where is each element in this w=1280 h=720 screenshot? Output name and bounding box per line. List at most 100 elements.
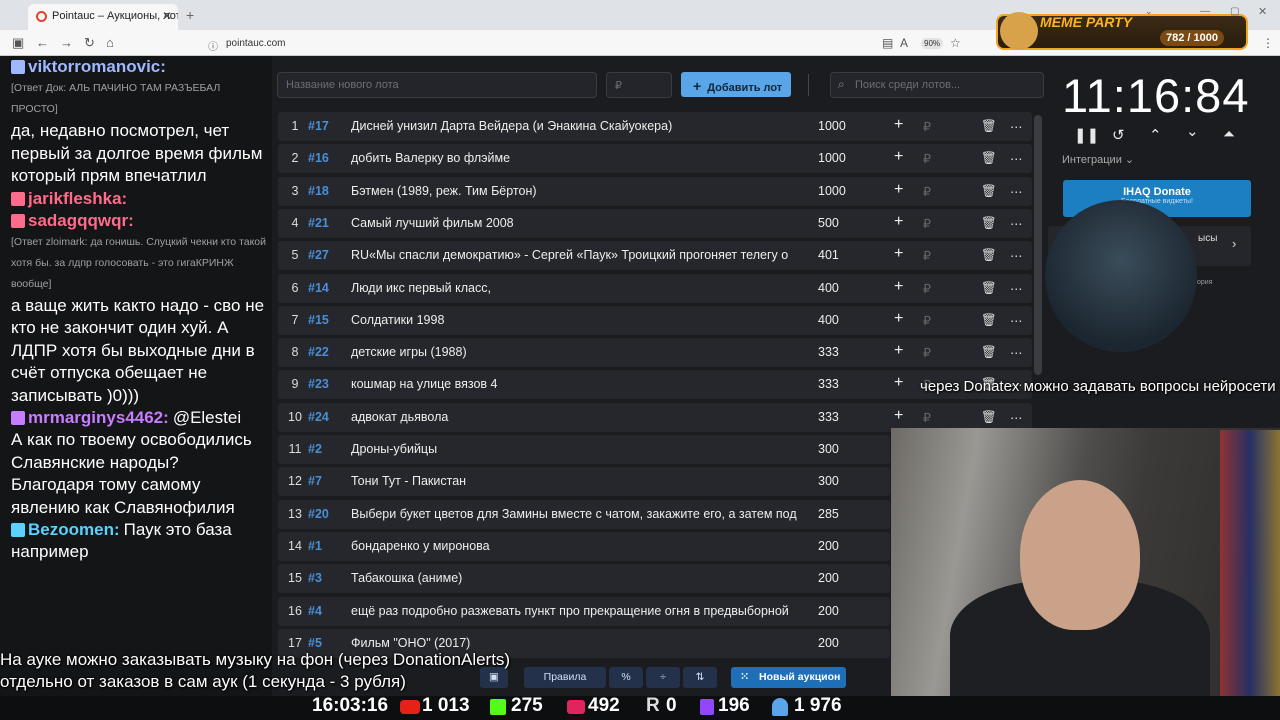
chevron-down-icon[interactable]: ⌄ (1145, 6, 1153, 17)
delete-icon[interactable]: 🗑 (981, 184, 997, 199)
ruble-icon[interactable]: ₽ (923, 119, 931, 134)
lot-name[interactable]: Табакошка (аниме) (351, 571, 801, 585)
ruble-icon[interactable]: ₽ (923, 216, 931, 231)
more-icon[interactable]: ⋯ (1010, 119, 1023, 134)
lot-amount[interactable]: 300 (818, 442, 839, 456)
translate-icon[interactable]: A (900, 36, 908, 50)
minimize-icon[interactable]: — (1200, 6, 1210, 17)
add-amount-icon[interactable]: + (894, 213, 903, 231)
lot-name[interactable]: Бэтмен (1989, реж. Тим Бёртон) (351, 184, 801, 198)
add-amount-icon[interactable]: + (894, 310, 903, 328)
ruble-icon[interactable]: ₽ (923, 345, 931, 360)
integrations-dropdown[interactable]: Интеграции ⌄ (1062, 153, 1134, 166)
lot-amount[interactable]: 1000 (818, 119, 846, 133)
ruble-icon[interactable]: ₽ (923, 410, 931, 425)
delete-icon[interactable]: 🗑 (981, 119, 997, 134)
add-amount-icon[interactable]: + (894, 278, 903, 296)
ruble-icon[interactable]: ₽ (923, 313, 931, 328)
delete-icon[interactable]: 🗑 (981, 151, 997, 166)
ruble-icon[interactable]: ₽ (923, 184, 931, 199)
lot-row[interactable]: 4 #21 Самый лучший фильм 2008 500 + ₽ 🗑 ⋯ (278, 208, 1032, 238)
browser-menu-icon[interactable]: ⋮ (1262, 36, 1274, 50)
save-icon[interactable]: ▣ (480, 667, 508, 688)
lot-row[interactable]: 13 #20 Выбери букет цветов для Замины вмес… (278, 499, 890, 529)
lot-name[interactable]: Дроны-убийцы (351, 442, 801, 456)
more-icon[interactable]: ⋯ (1010, 151, 1023, 166)
sort-icon[interactable]: ⇅ (683, 667, 717, 688)
pause-icon[interactable]: ❚❚ (1074, 126, 1099, 144)
add-amount-icon[interactable]: + (894, 116, 903, 134)
double-up-icon[interactable]: ⏶ (1223, 126, 1235, 143)
lot-row[interactable]: 16 #4 ещё раз подробно разжевать пункт про… (278, 596, 890, 626)
close-tab-icon[interactable]: ✕ (162, 9, 172, 23)
maximize-icon[interactable]: ▢ (1230, 6, 1239, 17)
lot-amount[interactable]: 200 (818, 636, 839, 650)
lot-row[interactable]: 5 #27 RU«Мы спасли демократию» - Сергей «П… (278, 241, 1032, 271)
lot-name[interactable]: Выбери букет цветов для Замины вместе с … (351, 507, 801, 521)
lot-name[interactable]: адвокат дьявола (351, 410, 801, 424)
delete-icon[interactable]: 🗑 (981, 313, 997, 328)
chat-nick[interactable]: Bezoomen: (28, 520, 120, 539)
lot-row[interactable]: 12 #7 Тони Тут - Пакистан 300 (278, 467, 890, 497)
lot-name[interactable]: Люди икс первый класс, (351, 281, 801, 295)
scrollbar[interactable] (1034, 115, 1042, 375)
new-tab-icon[interactable]: + (186, 7, 194, 23)
url-text[interactable]: pointauc.com (226, 38, 285, 49)
add-amount-icon[interactable]: + (894, 245, 903, 263)
add-lot-button[interactable]: + Добавить лот (681, 72, 791, 97)
reload-icon[interactable]: ↻ (84, 35, 95, 51)
delete-icon[interactable]: 🗑 (981, 410, 997, 425)
home-icon[interactable]: ⌂ (106, 35, 114, 50)
chat-nick[interactable]: sadagqqwqr: (28, 211, 134, 230)
lot-name[interactable]: бондаренко у миронова (351, 539, 801, 553)
delete-icon[interactable]: 🗑 (981, 248, 997, 263)
lot-row[interactable]: 2 #16 добить Валерку во флэйме 1000 + ₽ 🗑 ⋯ (278, 144, 1032, 174)
ruble-icon[interactable]: ₽ (923, 248, 931, 263)
percent-button[interactable]: % (609, 667, 643, 688)
amount-input[interactable]: ₽ (606, 72, 672, 98)
lot-row[interactable]: 15 #3 Табакошка (аниме) 200 (278, 564, 890, 594)
delete-icon[interactable]: 🗑 (981, 345, 997, 360)
increase-time-icon[interactable]: ⌃ (1149, 126, 1162, 144)
close-window-icon[interactable]: ✕ (1258, 5, 1267, 18)
favorite-star-icon[interactable]: ☆ (950, 36, 961, 50)
lot-name[interactable]: RU«Мы спасли демократию» - Сергей «Паук»… (351, 248, 801, 262)
lot-name[interactable]: детские игры (1988) (351, 345, 801, 359)
lot-name[interactable]: Солдатики 1998 (351, 313, 801, 327)
lot-amount[interactable]: 200 (818, 604, 839, 618)
add-amount-icon[interactable]: + (894, 148, 903, 166)
lot-amount[interactable]: 333 (818, 345, 839, 359)
lot-amount[interactable]: 200 (818, 571, 839, 585)
search-lots-input[interactable]: ⌕ Поиск среди лотов... (830, 72, 1044, 98)
decrease-time-icon[interactable]: ⌄ (1186, 122, 1199, 140)
lot-amount[interactable]: 333 (818, 410, 839, 424)
more-icon[interactable]: ⋯ (1010, 281, 1023, 296)
add-amount-icon[interactable]: + (894, 181, 903, 199)
more-icon[interactable]: ⋯ (1010, 345, 1023, 360)
divide-icon[interactable]: ÷ (646, 667, 680, 688)
lot-name[interactable]: кошмар на улице вязов 4 (351, 377, 801, 391)
lot-amount[interactable]: 1000 (818, 151, 846, 165)
lot-row[interactable]: 3 #18 Бэтмен (1989, реж. Тим Бёртон) 1000 + ₽… (278, 176, 1032, 206)
lot-amount[interactable]: 400 (818, 313, 839, 327)
reset-icon[interactable]: ↺ (1112, 126, 1125, 144)
sidebar-icon[interactable]: ▣ (12, 35, 24, 51)
lot-row[interactable]: 8 #22 детские игры (1988) 333 + ₽ 🗑 ⋯ (278, 338, 1032, 368)
add-amount-icon[interactable]: + (894, 374, 903, 392)
lot-amount[interactable]: 1000 (818, 184, 846, 198)
back-icon[interactable]: ← (36, 35, 49, 50)
lot-amount[interactable]: 200 (818, 539, 839, 553)
forward-icon[interactable]: → (60, 35, 73, 50)
lot-name[interactable]: Дисней унизил Дарта Вейдера (и Энакина С… (351, 119, 801, 133)
more-icon[interactable]: ⋯ (1010, 184, 1023, 199)
lot-amount[interactable]: 401 (818, 248, 839, 262)
chat-nick[interactable]: mrmarginys4462: (28, 408, 169, 427)
lot-amount[interactable]: 500 (818, 216, 839, 230)
lot-name[interactable]: Тони Тут - Пакистан (351, 474, 801, 488)
lot-row[interactable]: 1 #17 Дисней унизил Дарта Вейдера (и Энаки… (278, 112, 1032, 141)
lot-row[interactable]: 7 #15 Солдатики 1998 400 + ₽ 🗑 ⋯ (278, 305, 1032, 335)
new-auction-button[interactable]: ⁙ Новый аукцион (731, 667, 846, 688)
new-lot-input[interactable]: Название нового лота (277, 72, 597, 98)
more-icon[interactable]: ⋯ (1010, 216, 1023, 231)
lot-row[interactable]: 6 #14 Люди икс первый класс, 400 + ₽ 🗑 ⋯ (278, 273, 1032, 303)
